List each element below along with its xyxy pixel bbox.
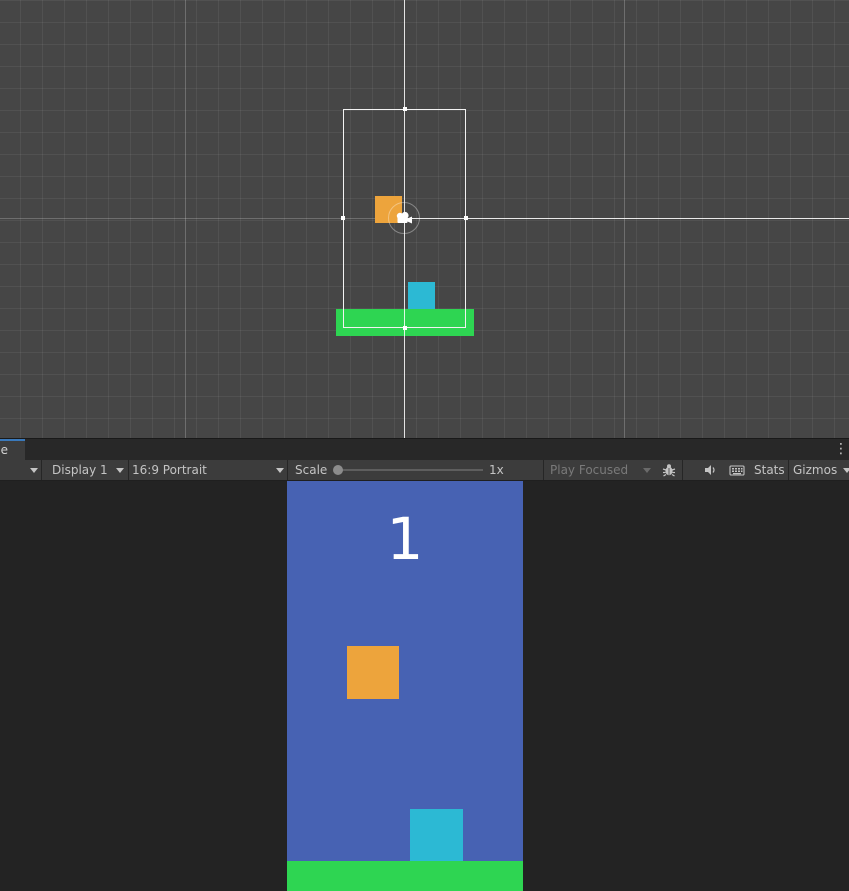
game-ground-sprite [287,861,523,891]
display-dropdown[interactable]: Display 1 [41,460,128,480]
play-mode-dropdown[interactable]: Play Focused [543,460,656,480]
scale-slider-track[interactable] [336,469,483,471]
gizmos-button[interactable]: Gizmos [793,460,837,480]
scene-grid-major-line [185,0,186,438]
toolbar-separator [788,460,789,480]
play-mode-label: Play Focused [550,463,629,477]
toolbar-separator [682,460,683,480]
chevron-down-icon[interactable] [30,468,38,473]
chevron-down-icon[interactable] [843,468,849,473]
toolbar-separator [287,460,288,480]
scene-grid-major-line [624,0,625,438]
display-dropdown-label: Display 1 [52,463,108,477]
vertical-dots-icon[interactable]: ⋮ [834,442,848,456]
speaker-icon[interactable] [703,463,717,477]
game-canvas[interactable]: 1 [287,481,523,891]
tab-game[interactable]: Game [0,439,25,461]
game-tab-bar: Game ⋮ [0,438,849,461]
stats-button[interactable]: Stats [754,460,785,480]
frame-handle-left[interactable] [341,216,345,220]
chevron-down-icon [116,468,124,473]
game-view: 1 [0,481,849,891]
frame-handle-top[interactable] [403,107,407,111]
scale-slider-thumb[interactable] [333,465,343,475]
game-obstacle-sprite [410,809,463,862]
game-toolbar: Display 1 16:9 Portrait Scale 1x Play Fo… [0,460,849,481]
keyboard-icon[interactable] [729,463,745,477]
tab-game-label: Game [0,443,8,457]
camera-gizmo-horizontal-axis [405,218,849,219]
scale-label: Scale [295,463,328,477]
chevron-down-icon [276,468,284,473]
scale-value: 1x [489,463,504,477]
game-player-sprite [347,646,399,699]
score-text: 1 [386,505,424,573]
bug-icon[interactable] [662,463,676,477]
camera-icon[interactable] [388,202,420,234]
aspect-ratio-label: 16:9 Portrait [132,463,207,477]
scene-view[interactable] [0,0,849,438]
frame-handle-bottom[interactable] [403,326,407,330]
aspect-ratio-dropdown[interactable]: 16:9 Portrait [128,460,287,480]
chevron-down-icon [643,468,651,473]
frame-handle-right[interactable] [464,216,468,220]
